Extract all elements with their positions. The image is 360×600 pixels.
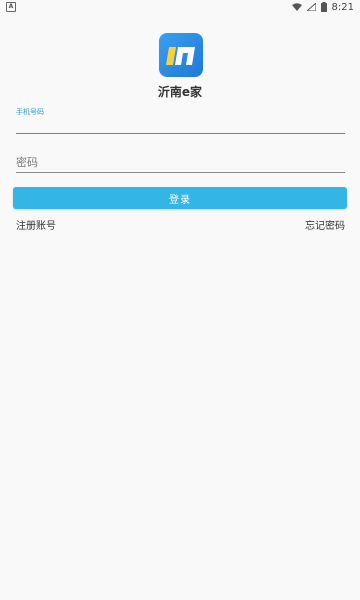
- status-right: 8:21: [291, 1, 354, 13]
- forgot-password-link[interactable]: 忘记密码: [305, 217, 345, 232]
- signal-icon: [306, 3, 316, 11]
- wifi-icon: [291, 3, 302, 11]
- status-bar: A 8:21: [0, 0, 360, 14]
- status-time: 8:21: [331, 1, 354, 13]
- app-logo-icon: [159, 33, 203, 77]
- login-button[interactable]: 登录: [13, 187, 347, 209]
- battery-icon: [320, 2, 327, 12]
- register-link[interactable]: 注册账号: [16, 217, 56, 232]
- phone-input[interactable]: [16, 114, 345, 134]
- app-name: 沂南e家: [157, 85, 203, 99]
- notification-icon: A: [6, 2, 16, 12]
- status-left: A: [6, 2, 16, 12]
- password-input[interactable]: [16, 153, 345, 173]
